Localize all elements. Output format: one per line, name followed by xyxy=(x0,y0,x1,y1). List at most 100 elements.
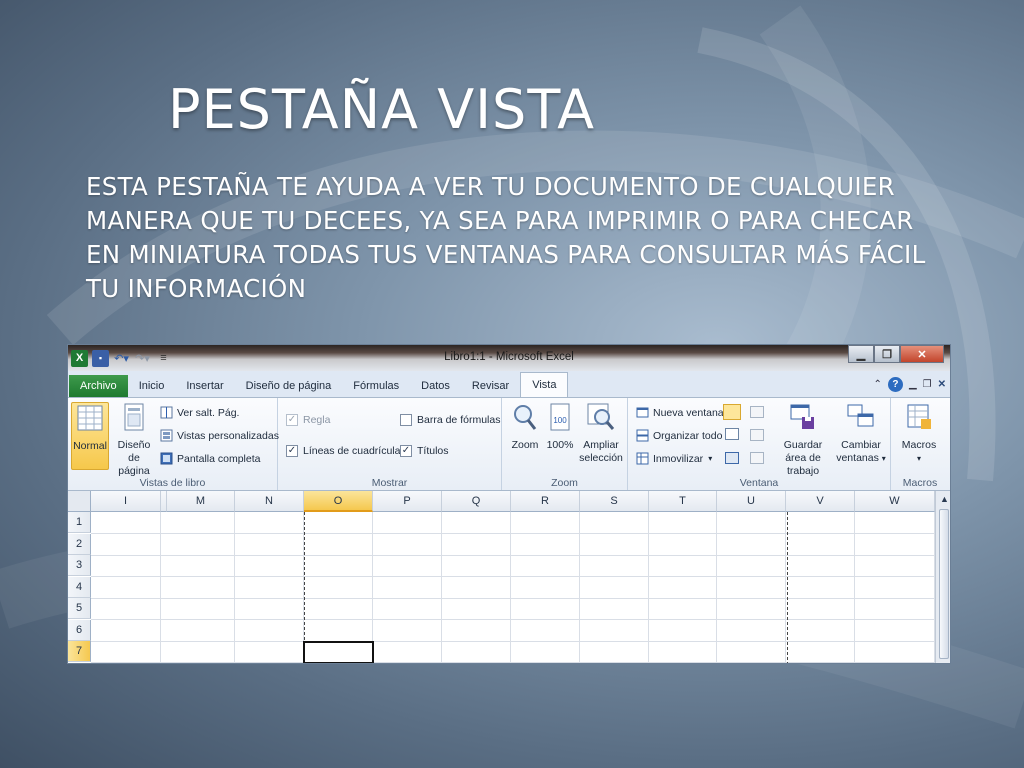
sync-scroll-icon[interactable] xyxy=(750,429,764,441)
cambiar-dropdown-icon: ▾ xyxy=(881,454,886,463)
regla-checkbox[interactable]: ✓ Regla xyxy=(286,414,330,426)
ampliar-seleccion-button[interactable]: Ampliar selección xyxy=(578,402,624,465)
collapse-ribbon-icon[interactable]: ⌃ xyxy=(874,379,882,390)
zoom-100-icon: 100 xyxy=(550,403,570,431)
svg-text:100: 100 xyxy=(553,416,567,425)
grid-row-line xyxy=(91,533,935,534)
guardar-area-button[interactable]: Guardar área de trabajo xyxy=(772,402,834,478)
pantalla-completa-button[interactable]: Pantalla completa xyxy=(160,452,260,465)
help-icon[interactable]: ? xyxy=(887,377,903,392)
group-vistas-de-libro: Normal Diseño de página Ver salt. Pág. V… xyxy=(68,398,279,490)
normal-button[interactable]: Normal xyxy=(71,402,109,470)
column-header-v[interactable]: V xyxy=(786,491,855,512)
ribbon-right-controls: ⌃ ? ▁ ❐ ✕ xyxy=(874,377,946,392)
scroll-up-icon[interactable]: ▲ xyxy=(936,491,950,508)
select-all-corner[interactable] xyxy=(68,491,91,512)
column-header-s[interactable]: S xyxy=(580,491,649,512)
lineas-label: Líneas de cuadrícula xyxy=(303,445,401,457)
diseno-pagina-label: Diseño de página xyxy=(117,439,151,477)
row-header-2[interactable]: 2 xyxy=(68,533,91,555)
column-header-u[interactable]: U xyxy=(717,491,786,512)
doc-restore-icon[interactable]: ❐ xyxy=(923,379,932,390)
nueva-ventana-label: Nueva ventana xyxy=(653,406,724,419)
column-header-m[interactable]: M xyxy=(167,491,235,512)
slide-title: PESTAÑA VISTA xyxy=(168,78,596,141)
pantalla-completa-label: Pantalla completa xyxy=(177,452,261,465)
doc-minimize-icon[interactable]: ▁ xyxy=(909,379,917,390)
barra-check-icon xyxy=(400,414,412,426)
slide-body: ESTA PESTAÑA TE AYUDA A VER TU DOCUMENTO… xyxy=(86,172,926,303)
doc-close-icon[interactable]: ✕ xyxy=(938,379,946,390)
column-header-i[interactable]: I xyxy=(91,491,161,512)
close-icon[interactable]: ✕ xyxy=(900,345,944,363)
tab-archivo[interactable]: Archivo xyxy=(69,375,128,397)
tab-formulas[interactable]: Fórmulas xyxy=(342,375,410,397)
side-by-side-icon[interactable] xyxy=(750,406,764,418)
group-ventana: Nueva ventana Organizar todo Inmovilizar… xyxy=(628,398,891,490)
active-cell[interactable] xyxy=(303,641,374,663)
column-header-r[interactable]: R xyxy=(511,491,580,512)
normal-label: Normal xyxy=(73,440,107,452)
page-layout-icon xyxy=(124,403,144,431)
row-header-6[interactable]: 6 xyxy=(68,619,91,641)
tab-vista[interactable]: Vista xyxy=(520,372,569,397)
barra-formulas-checkbox[interactable]: Barra de fórmulas xyxy=(400,414,500,426)
minimize-icon[interactable]: ▁ xyxy=(848,345,874,363)
inmovilizar-dropdown-icon: ▾ xyxy=(708,454,713,463)
titulos-checkbox[interactable]: ✓ Títulos xyxy=(400,445,449,457)
switch-windows-icon xyxy=(847,404,874,427)
custom-views-icon xyxy=(160,429,173,442)
group-zoom: Zoom 100 100% Ampliar selección Zoom xyxy=(502,398,628,490)
inmovilizar-button[interactable]: Inmovilizar ▾ xyxy=(636,452,712,465)
zoom-label: Zoom xyxy=(511,439,539,451)
excel-window: X ▪ ↶▾ ↷▾ ≡ Libro1:1 - Microsoft Excel ▁… xyxy=(67,344,951,664)
row-header-1[interactable]: 1 xyxy=(68,512,91,533)
ampliar-label: Ampliar selección xyxy=(579,439,623,464)
scroll-thumb[interactable] xyxy=(939,509,949,659)
column-header-p[interactable]: P xyxy=(373,491,442,512)
hide-window-icon[interactable] xyxy=(725,428,739,440)
reset-position-icon[interactable] xyxy=(750,452,764,464)
ribbon: Normal Diseño de página Ver salt. Pág. V… xyxy=(68,397,950,491)
column-header-o[interactable]: O xyxy=(304,491,373,512)
ventana-label: Ventana xyxy=(739,477,779,489)
inmovilizar-label: Inmovilizar xyxy=(653,452,704,465)
column-header-gap xyxy=(161,491,167,512)
macros-dropdown-icon: ▾ xyxy=(916,454,921,463)
grid-row-line xyxy=(91,640,935,642)
macros-group-label: Macros xyxy=(902,477,938,489)
column-header-q[interactable]: Q xyxy=(442,491,511,512)
row-header-3[interactable]: 3 xyxy=(68,555,91,576)
zoom-button[interactable]: Zoom xyxy=(508,402,542,452)
column-header-n[interactable]: N xyxy=(235,491,304,512)
ribbon-tabs: Archivo Inicio Insertar Diseño de página… xyxy=(68,371,950,397)
nueva-ventana-button[interactable]: Nueva ventana xyxy=(636,406,724,419)
tab-datos[interactable]: Datos xyxy=(410,375,461,397)
lineas-cuadricula-checkbox[interactable]: ✓ Líneas de cuadrícula xyxy=(286,445,400,457)
tab-insertar[interactable]: Insertar xyxy=(175,375,234,397)
row-header-4[interactable]: 4 xyxy=(68,576,91,598)
zoom-100-label: 100% xyxy=(546,439,574,451)
cambiar-ventanas-button[interactable]: Cambiar ventanas ▾ xyxy=(836,402,886,465)
column-header-w[interactable]: W xyxy=(855,491,935,512)
tab-inicio[interactable]: Inicio xyxy=(128,375,176,397)
organizar-todo-button[interactable]: Organizar todo xyxy=(636,429,722,442)
row-header-7[interactable]: 7 xyxy=(68,641,91,662)
vertical-scrollbar[interactable]: ▲ xyxy=(935,491,950,663)
macros-button[interactable]: Macros ▾ xyxy=(899,402,939,465)
tab-diseno-pagina[interactable]: Diseño de página xyxy=(235,375,343,397)
tab-revisar[interactable]: Revisar xyxy=(461,375,520,397)
diseno-pagina-button[interactable]: Diseño de página xyxy=(111,402,157,478)
zoom-100-button[interactable]: 100 100% xyxy=(544,402,576,452)
ver-salt-button[interactable]: Ver salt. Pág. xyxy=(160,406,239,419)
row-header-5[interactable]: 5 xyxy=(68,598,91,619)
vistas-personalizadas-button[interactable]: Vistas personalizadas xyxy=(160,429,279,442)
column-header-t[interactable]: T xyxy=(649,491,717,512)
unhide-window-icon[interactable] xyxy=(725,452,739,464)
regla-check-icon: ✓ xyxy=(286,414,298,426)
barra-label: Barra de fórmulas xyxy=(417,414,501,426)
split-icon[interactable] xyxy=(723,404,741,420)
page-break-line xyxy=(787,512,788,663)
worksheet-grid[interactable]: IMNOPQRSTUVW 1234567 ▲ xyxy=(68,491,950,663)
maximize-icon[interactable]: ❐ xyxy=(874,345,900,363)
